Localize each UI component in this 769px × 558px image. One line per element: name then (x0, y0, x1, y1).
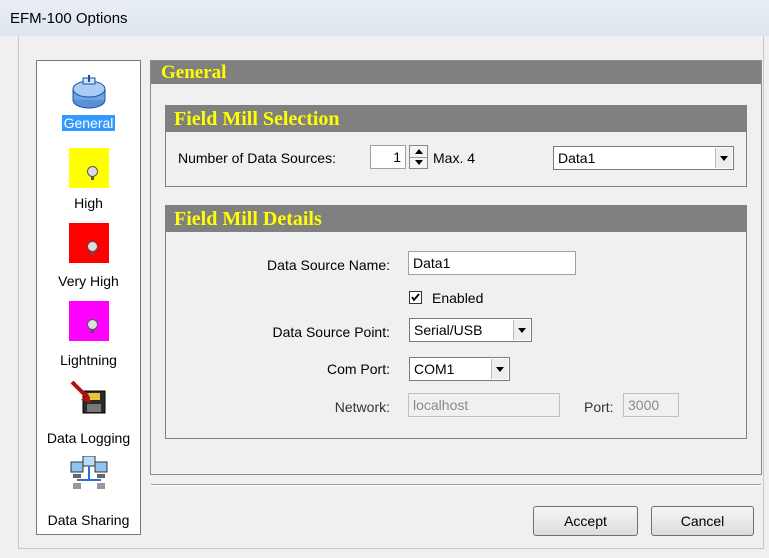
sidebar-item-lightning[interactable]: Lightning (37, 301, 140, 376)
chevron-down-icon[interactable] (715, 148, 732, 168)
sidebar-item-label: Data Logging (46, 430, 131, 446)
data-source-name-field[interactable]: Data1 (408, 251, 576, 275)
sidebar-item-label: Lightning (60, 352, 117, 368)
chevron-down-icon[interactable] (491, 359, 508, 379)
sidebar-item-data-sharing[interactable]: Data Sharing (37, 456, 140, 531)
data-sharing-icon (70, 456, 107, 489)
very-high-alarm-icon (69, 223, 109, 263)
cancel-button[interactable]: Cancel (651, 506, 754, 536)
network-field[interactable]: localhost (408, 393, 560, 417)
com-port-value: COM1 (414, 361, 455, 377)
data-logging-icon (70, 380, 105, 414)
num-sources-label: Number of Data Sources: (178, 150, 336, 166)
port-field[interactable]: 3000 (623, 393, 679, 417)
data-source-select-value: Data1 (558, 150, 596, 166)
sidebar: General High Very High Lightning Data Lo… (36, 60, 141, 535)
data-source-point-label: Data Source Point: (272, 324, 390, 340)
num-sources-input[interactable]: 1 (370, 145, 406, 169)
enabled-label: Enabled (432, 290, 484, 306)
sidebar-item-very-high[interactable]: Very High (37, 223, 140, 298)
sidebar-item-label: Data Sharing (47, 512, 130, 528)
sidebar-item-data-logging[interactable]: Data Logging (37, 379, 140, 454)
footer-divider (151, 484, 761, 486)
max-sources-label: Max. 4 (433, 150, 476, 166)
data-source-select[interactable]: Data1 (553, 146, 734, 170)
sidebar-item-label: Very High (58, 273, 119, 289)
check-icon (411, 293, 420, 302)
window-title: EFM-100 Options (10, 10, 128, 27)
data-source-name-label: Data Source Name: (267, 257, 390, 273)
port-label: Port: (584, 399, 614, 415)
accept-button[interactable]: Accept (533, 506, 638, 536)
sidebar-item-label: General (61, 115, 116, 131)
sidebar-item-label: High (74, 195, 103, 211)
lightning-alarm-icon (69, 301, 109, 341)
spin-down-icon[interactable] (415, 160, 423, 165)
sidebar-item-general[interactable]: General (37, 73, 140, 131)
field-mill-details-title: Field Mill Details (166, 206, 746, 232)
com-port-label: Com Port: (326, 361, 390, 377)
chevron-down-icon[interactable] (513, 320, 530, 340)
data-source-point-value: Serial/USB (414, 322, 483, 338)
high-alarm-icon (69, 148, 109, 188)
title-bar: EFM-100 Options (0, 0, 769, 36)
data-source-point-select[interactable]: Serial/USB (409, 318, 532, 342)
field-mill-icon (72, 75, 105, 109)
network-label: Network: (334, 399, 390, 415)
panel-header: General (151, 61, 761, 84)
field-mill-selection-title: Field Mill Selection (166, 106, 746, 132)
spin-up-icon[interactable] (415, 149, 423, 154)
enabled-checkbox[interactable] (409, 291, 422, 304)
num-sources-spinner[interactable] (409, 145, 428, 169)
com-port-select[interactable]: COM1 (409, 357, 510, 381)
sidebar-item-high[interactable]: High (37, 148, 140, 223)
